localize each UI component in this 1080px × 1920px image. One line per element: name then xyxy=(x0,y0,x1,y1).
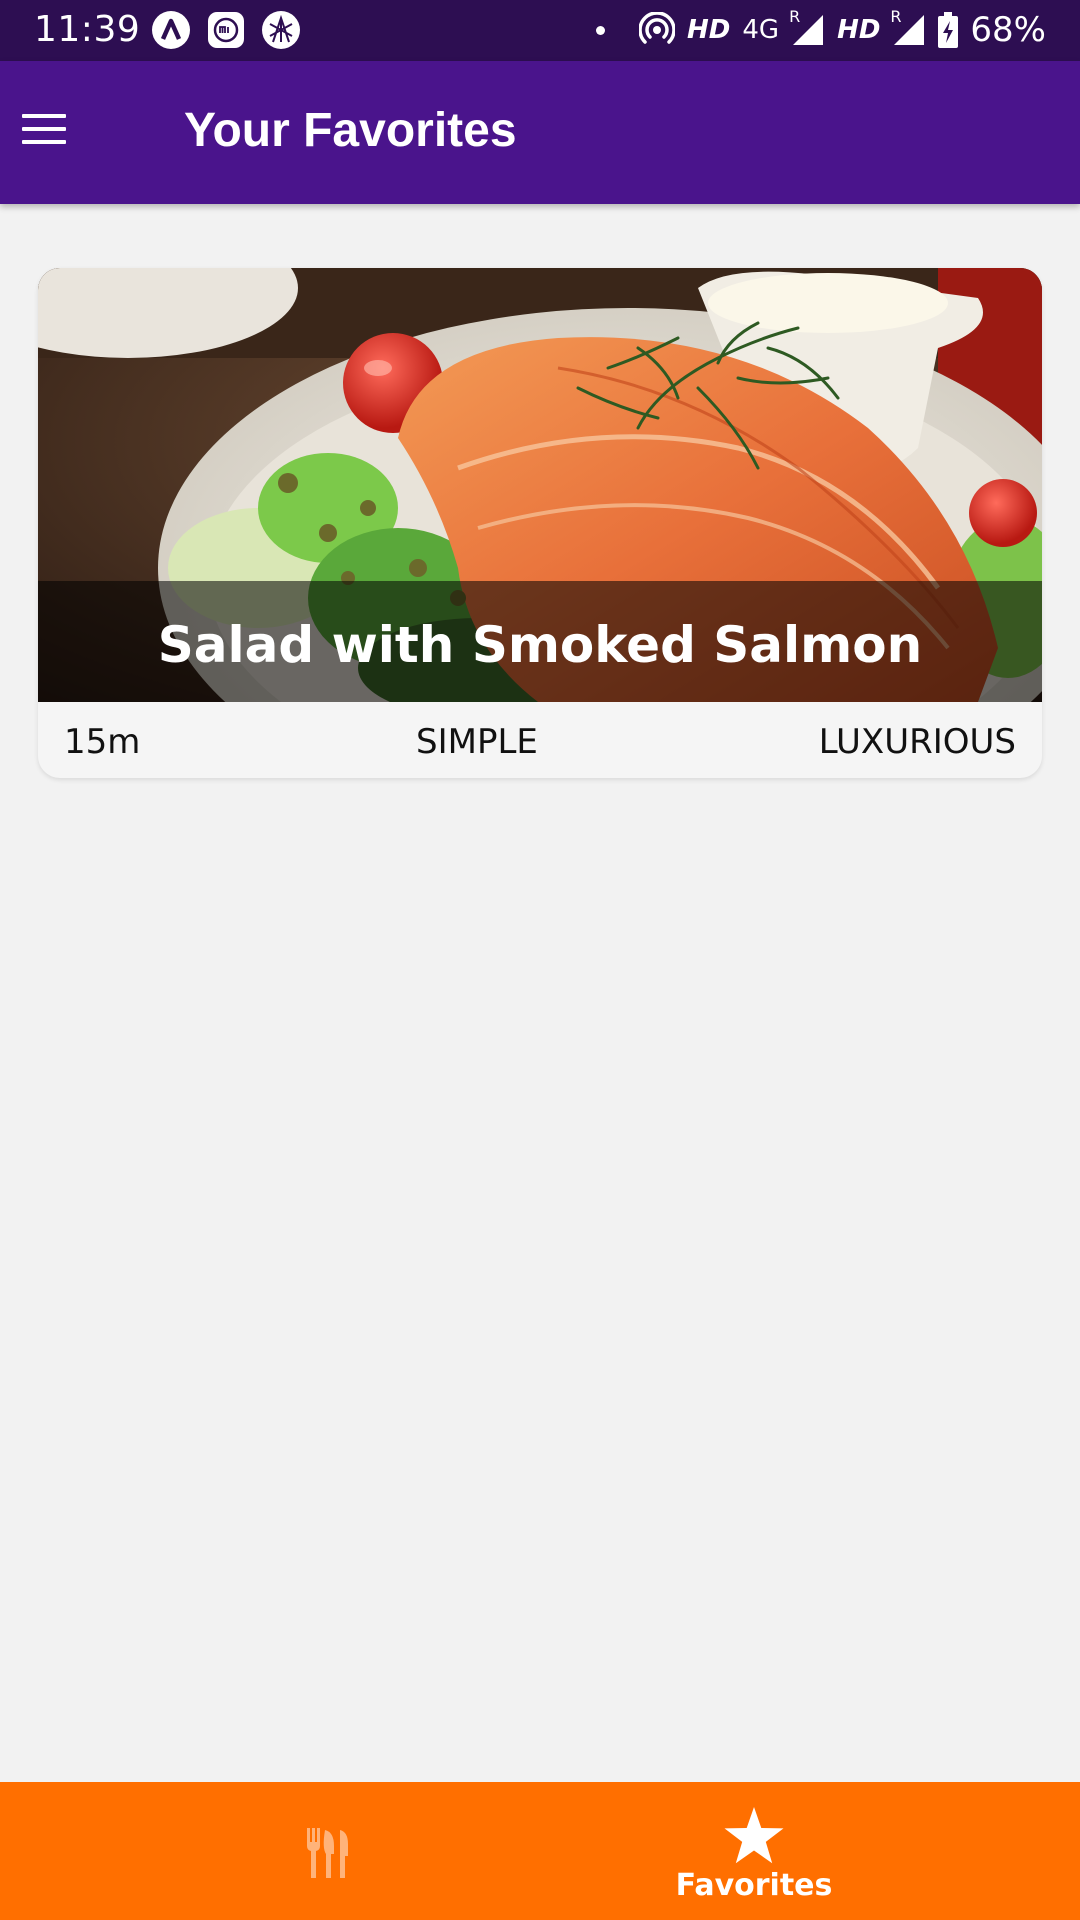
tab-favorites[interactable]: Favorites xyxy=(540,1782,1080,1920)
meal-card[interactable]: Salad with Smoked Salmon 15m SIMPLE LUXU… xyxy=(38,268,1042,778)
status-time: 11:39 xyxy=(34,9,141,50)
notification-dot xyxy=(596,25,606,35)
menu-line xyxy=(22,127,66,131)
battery-charging-icon xyxy=(938,12,959,48)
tab-meals[interactable] xyxy=(0,1782,540,1920)
menu-line xyxy=(22,114,66,118)
restaurant-icon xyxy=(307,1828,348,1878)
page-title: Your Favorites xyxy=(184,104,517,157)
hd-label-2: HD xyxy=(837,15,881,45)
bottom-tab-bar: Favorites xyxy=(0,1782,1080,1920)
menu-line xyxy=(22,140,66,144)
mi-app-icon xyxy=(208,12,244,48)
star-icon xyxy=(724,1807,784,1864)
hotspot-icon xyxy=(639,12,676,44)
meal-affordability: LUXURIOUS xyxy=(818,722,1016,762)
network-type-label: 4G xyxy=(742,15,780,45)
hamburger-menu-icon[interactable] xyxy=(22,101,78,157)
meal-complexity: SIMPLE xyxy=(416,722,538,762)
status-right-icons: HD 4G R HD R 68% xyxy=(596,7,1046,52)
meal-title: Salad with Smoked Salmon xyxy=(157,615,923,674)
meal-details-row: 15m SIMPLE LUXURIOUS xyxy=(38,702,1042,778)
roaming-label-2: R xyxy=(890,7,902,26)
battery-percentage: 68% xyxy=(970,10,1046,50)
roaming-label-1: R xyxy=(789,7,801,26)
signal-icon: R xyxy=(789,7,825,47)
notification-app-icon xyxy=(152,11,190,49)
tab-favorites-label: Favorites xyxy=(675,1868,833,1903)
hd-label-1: HD xyxy=(687,15,731,45)
status-bar: 11:39 HD 4G R HD R 68% xyxy=(0,0,1080,61)
signal-icon-2: R xyxy=(890,7,926,47)
meal-title-overlay: Salad with Smoked Salmon xyxy=(38,581,1042,702)
spider-app-icon xyxy=(262,11,300,49)
app-bar: Your Favorites xyxy=(0,61,1080,204)
meal-duration: 15m xyxy=(64,722,141,762)
